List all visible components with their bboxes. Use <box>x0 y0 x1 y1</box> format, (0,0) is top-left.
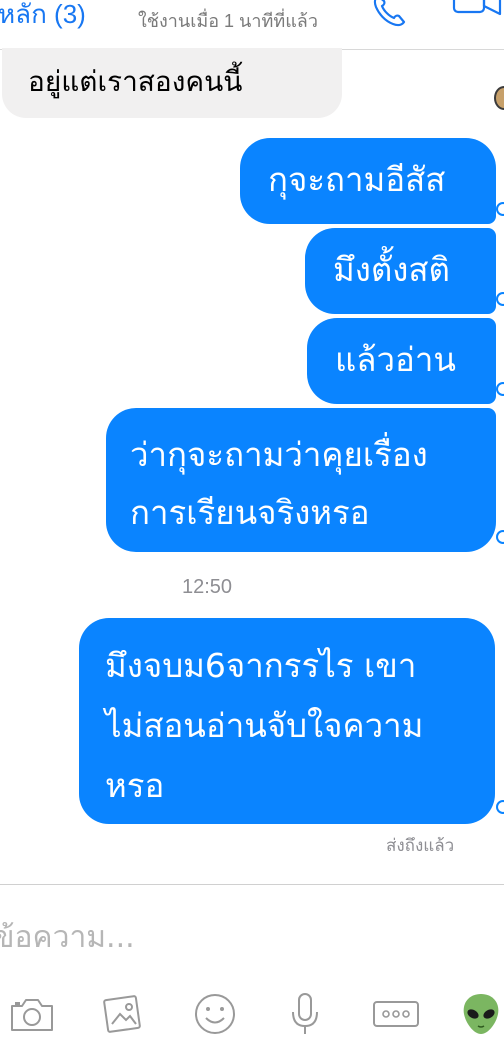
message-text: แล้วอ่าน <box>335 340 456 379</box>
message-text: กุจะถามอีสัส <box>268 160 446 199</box>
phone-icon[interactable] <box>372 0 406 28</box>
sent-indicator-icon <box>496 530 504 544</box>
outgoing-message-bubble[interactable]: มึงจบม6จากรรไร เขา ไม่สอนอ่านจับใจความ ห… <box>79 618 495 824</box>
incoming-message-bubble[interactable]: อยู่แต่เราสองคนนี้ <box>2 48 342 118</box>
message-text: มึงตั้งสติ <box>333 250 450 289</box>
more-icon[interactable] <box>370 990 422 1038</box>
message-text-line: หรอ <box>105 766 165 805</box>
contact-name[interactable]: หลัก (3) <box>0 0 86 35</box>
message-text-line: ว่ากุจะถามว่าคุยเรื่อง <box>130 435 428 474</box>
sent-indicator-icon <box>496 202 504 216</box>
message-text-line: การเรียนจริงหรอ <box>130 493 370 532</box>
video-camera-icon[interactable] <box>452 0 504 22</box>
active-status: ใช้งานเมื่อ 1 นาทีที่แล้ว <box>138 11 318 31</box>
sent-indicator-icon <box>496 800 504 814</box>
outgoing-message-bubble[interactable]: มึงตั้งสติ <box>305 228 496 314</box>
outgoing-message-bubble[interactable]: ว่ากุจะถามว่าคุยเรื่อง การเรียนจริงหรอ <box>106 408 496 552</box>
emoji-icon[interactable] <box>192 990 238 1038</box>
chat-header: หลัก (3) ใช้งานเมื่อ 1 นาทีที่แล้ว <box>0 0 504 50</box>
photo-icon[interactable] <box>100 990 146 1038</box>
message-input[interactable] <box>0 912 494 962</box>
microphone-icon[interactable] <box>282 990 328 1038</box>
message-text-line: ไม่สอนอ่านจับใจความ <box>105 706 424 745</box>
read-receipt-avatar <box>494 86 504 110</box>
alien-emoji-icon[interactable] <box>458 990 504 1038</box>
composer-divider <box>0 884 504 885</box>
outgoing-message-bubble[interactable]: แล้วอ่าน <box>307 318 496 404</box>
delivery-status: ส่งถึงแล้ว <box>386 836 455 855</box>
sent-indicator-icon <box>496 382 504 396</box>
outgoing-message-bubble[interactable]: กุจะถามอีสัส <box>240 138 496 224</box>
camera-icon[interactable] <box>8 990 56 1038</box>
sent-indicator-icon <box>496 292 504 306</box>
message-timestamp: 12:50 <box>182 576 233 598</box>
message-text-line: มึงจบม6จากรรไร เขา <box>105 646 417 685</box>
